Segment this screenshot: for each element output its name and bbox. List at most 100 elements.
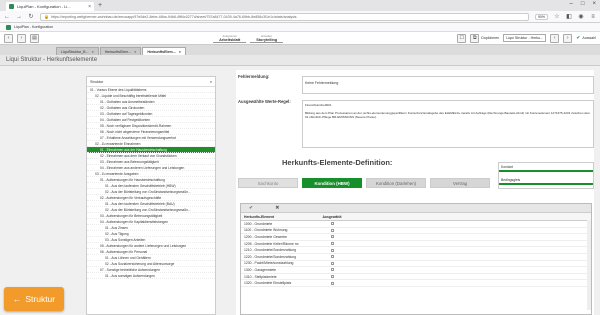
- menu-icon[interactable]: ≡: [590, 14, 596, 20]
- close-icon[interactable]: ×: [134, 50, 136, 54]
- element-cell: 1210 - Grundmiete/Sonderzahlung: [244, 248, 297, 253]
- window-controls: – □ ×: [570, 1, 596, 7]
- table-row[interactable]: 1220 - Grundmiete/Sonderzahlung: [241, 254, 591, 261]
- selection-tab[interactable]: LiquiStruktur_B... ×: [56, 47, 99, 55]
- create-value: Storytelling: [250, 38, 284, 43]
- close-icon[interactable]: ×: [88, 4, 91, 10]
- sheet-select[interactable]: Liqui Struktur - Herku...: [503, 34, 547, 42]
- close-icon[interactable]: ×: [92, 50, 94, 54]
- element-cell: 1300 - Garagenmiete: [244, 267, 277, 272]
- arrow-left-icon: ←: [12, 294, 22, 304]
- url-text: https://reporting.weitghermer-wohnbau.de…: [50, 14, 297, 19]
- close-icon[interactable]: ✖: [275, 205, 279, 211]
- next-sheet-icon[interactable]: ›: [563, 33, 573, 43]
- filter-item[interactable]: Bedingsgleis: [499, 176, 593, 185]
- browser-tab[interactable]: LiquiPlan - Konfiguration - Li... ×: [6, 2, 94, 11]
- reload-icon[interactable]: ↻: [28, 13, 34, 20]
- browser-tab-title: LiquiPlan - Konfiguration - Li...: [17, 4, 71, 9]
- element-cell: 1205 - Grundmiete Keller/Räume m²: [244, 241, 299, 246]
- bookmark-icon[interactable]: ☐: [457, 33, 467, 43]
- zoom-level[interactable]: 90%: [534, 13, 548, 20]
- url-bar[interactable]: 🔒 https://reporting.weitghermer-wohnbau.…: [40, 12, 529, 21]
- favicon-icon: [9, 4, 14, 9]
- selection-tab-label: HerkunftsElem...: [104, 49, 132, 54]
- extensions-icon[interactable]: ◧: [566, 13, 572, 20]
- selected-checkbox[interactable]: [330, 275, 334, 279]
- column-header-element[interactable]: Herkunfts-Element: [241, 215, 317, 219]
- sheets-icon[interactable]: ▤: [30, 33, 39, 43]
- bookmark-item[interactable]: LiquiPlan - Konfiguration: [14, 25, 53, 29]
- segment-kondition-hbw[interactable]: Kondition (HBW): [302, 178, 362, 188]
- selected-checkbox[interactable]: [330, 222, 334, 226]
- selection-tab[interactable]: HerkunftsElem... ×: [99, 47, 142, 55]
- browser-navbar: ← → ↻ 🔒 https://reporting.weitghermer-wo…: [0, 11, 600, 23]
- nav-forward-icon[interactable]: ›: [17, 33, 26, 43]
- selected-cell: [317, 248, 347, 252]
- selected-checkbox[interactable]: [330, 248, 334, 252]
- table-row[interactable]: 1230 - Pacht/Miete/sonstzahlung: [241, 261, 591, 268]
- tree-item[interactable]: 01 - Aus sonstigen Aufwendungen: [87, 273, 215, 279]
- filter-item[interactable]: Kondart: [499, 163, 593, 172]
- close-icon[interactable]: ×: [179, 50, 181, 54]
- new-tab-icon[interactable]: +: [98, 2, 102, 10]
- analyze-value: Arbeitsblatt: [213, 38, 247, 43]
- filter-list: Kondart Bedingsgleis: [498, 162, 594, 189]
- done-label: Auswahl: [582, 36, 597, 40]
- account-icon[interactable]: ◉: [578, 13, 584, 20]
- element-cell: 1220 - Grundmiete/Sonderzahlung: [244, 254, 297, 259]
- analyze-control[interactable]: Analysieren Arbeitsblatt: [213, 34, 247, 43]
- scrollbar[interactable]: [587, 220, 591, 310]
- struktur-button[interactable]: ← Struktur: [4, 287, 64, 311]
- element-cell: 1200 - Grundmiete Gewerbe: [244, 234, 287, 239]
- done-button[interactable]: ✔ Auswahl: [576, 35, 596, 41]
- table-row[interactable]: 1210 - Grundmiete/Sonderzahlung: [241, 247, 591, 254]
- tree-header[interactable]: Struktur ⌕: [87, 77, 215, 87]
- error-label: Fehlermeldung:: [238, 74, 270, 79]
- selected-checkbox[interactable]: [330, 235, 334, 239]
- prev-sheet-icon[interactable]: ‹: [550, 33, 560, 43]
- table-row[interactable]: 1200 - Grundmiete Gewerbe: [241, 234, 591, 241]
- selected-checkbox[interactable]: [330, 242, 334, 246]
- star-icon[interactable]: ☆: [554, 13, 560, 20]
- table-row[interactable]: 1205 - Grundmiete Keller/Räume m²: [241, 241, 591, 248]
- segment-sachkonto[interactable]: Sachkonto: [238, 178, 298, 188]
- back-icon[interactable]: ←: [4, 14, 10, 20]
- duplicate-button[interactable]: ⧉ Duplizieren: [470, 33, 499, 43]
- page-title: Liqui Struktur - Herkunftselemente: [0, 55, 600, 66]
- rule-title: Finanzbranche0001: [305, 103, 332, 107]
- maximize-icon[interactable]: □: [581, 1, 585, 7]
- table-row[interactable]: 1100 - Grundmiete Wohnung: [241, 228, 591, 235]
- nav-back-icon[interactable]: ‹: [4, 33, 13, 43]
- table-body: 1000 - Grundmiete 1100 - Grundmiete Wohnu…: [241, 221, 591, 287]
- selected-checkbox[interactable]: [330, 268, 334, 272]
- forward-icon[interactable]: →: [16, 14, 22, 20]
- segment-kondition-darlehen[interactable]: Kondition (Darlehen): [366, 178, 426, 188]
- selection-bar: LiquiStruktur_B... × HerkunftsElem... × …: [0, 45, 600, 55]
- table-row[interactable]: 1000 - Grundmiete: [241, 221, 591, 228]
- table-row[interactable]: 1300 - Garagenmiete: [241, 267, 591, 274]
- selected-cell: [317, 281, 347, 285]
- element-cell: 1310 - Stellplatzmiete: [244, 274, 277, 279]
- check-icon[interactable]: ✔: [249, 205, 253, 211]
- create-control[interactable]: Erstellen Storytelling: [250, 34, 284, 43]
- minimize-icon[interactable]: –: [570, 1, 573, 7]
- selected-checkbox[interactable]: [330, 255, 334, 259]
- close-window-icon[interactable]: ×: [592, 1, 596, 7]
- search-icon[interactable]: ⌕: [210, 80, 212, 84]
- copy-icon: ⧉: [470, 33, 480, 43]
- bookmarks-bar: LiquiPlan - Konfiguration: [0, 23, 600, 32]
- segment-vertrag[interactable]: Vertrag: [430, 178, 490, 188]
- selected-cell: [317, 261, 347, 265]
- selection-tab-label: HerkunftsElem...: [147, 49, 176, 54]
- table-row[interactable]: 1320 - Grundmiete Einstellplatz: [241, 280, 591, 287]
- selected-checkbox[interactable]: [330, 261, 334, 265]
- table-row[interactable]: 1310 - Stellplatzmiete: [241, 274, 591, 281]
- column-header-selected[interactable]: Ausgewählt: [317, 215, 347, 219]
- selected-checkbox[interactable]: [330, 228, 334, 232]
- element-cell: 1100 - Grundmiete Wohnung: [244, 228, 288, 233]
- bookmark-favicon-icon: [6, 24, 11, 30]
- selection-tab-label: LiquiStruktur_B...: [61, 49, 89, 54]
- selection-tab[interactable]: HerkunftsElem... ×: [142, 47, 186, 55]
- selected-checkbox[interactable]: [330, 281, 334, 285]
- definition-title: Herkunfts-Elemente-Definition:: [282, 158, 393, 167]
